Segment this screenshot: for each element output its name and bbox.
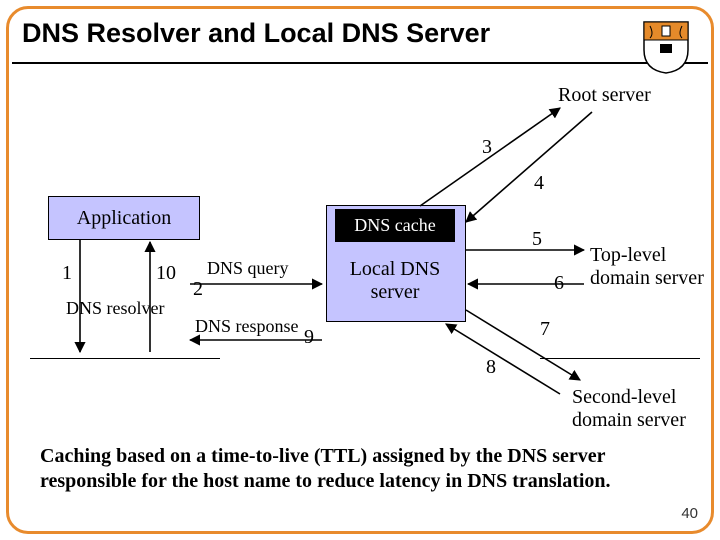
step-10: 10 bbox=[156, 262, 176, 285]
footer-caption: Caching based on a time-to-live (TTL) as… bbox=[40, 444, 660, 494]
local-dns-label: Local DNS server bbox=[326, 258, 464, 304]
step-6: 6 bbox=[554, 272, 564, 295]
dns-cache-box: DNS cache bbox=[335, 209, 455, 242]
step-7: 7 bbox=[540, 318, 550, 341]
step-8: 8 bbox=[486, 356, 496, 379]
page-number: 40 bbox=[681, 505, 698, 522]
step-4: 4 bbox=[534, 172, 544, 195]
step-2: 2 bbox=[193, 278, 203, 301]
step-5: 5 bbox=[532, 228, 542, 251]
step-9: 9 bbox=[304, 326, 314, 349]
step-3: 3 bbox=[482, 136, 492, 159]
step-1: 1 bbox=[62, 262, 72, 285]
